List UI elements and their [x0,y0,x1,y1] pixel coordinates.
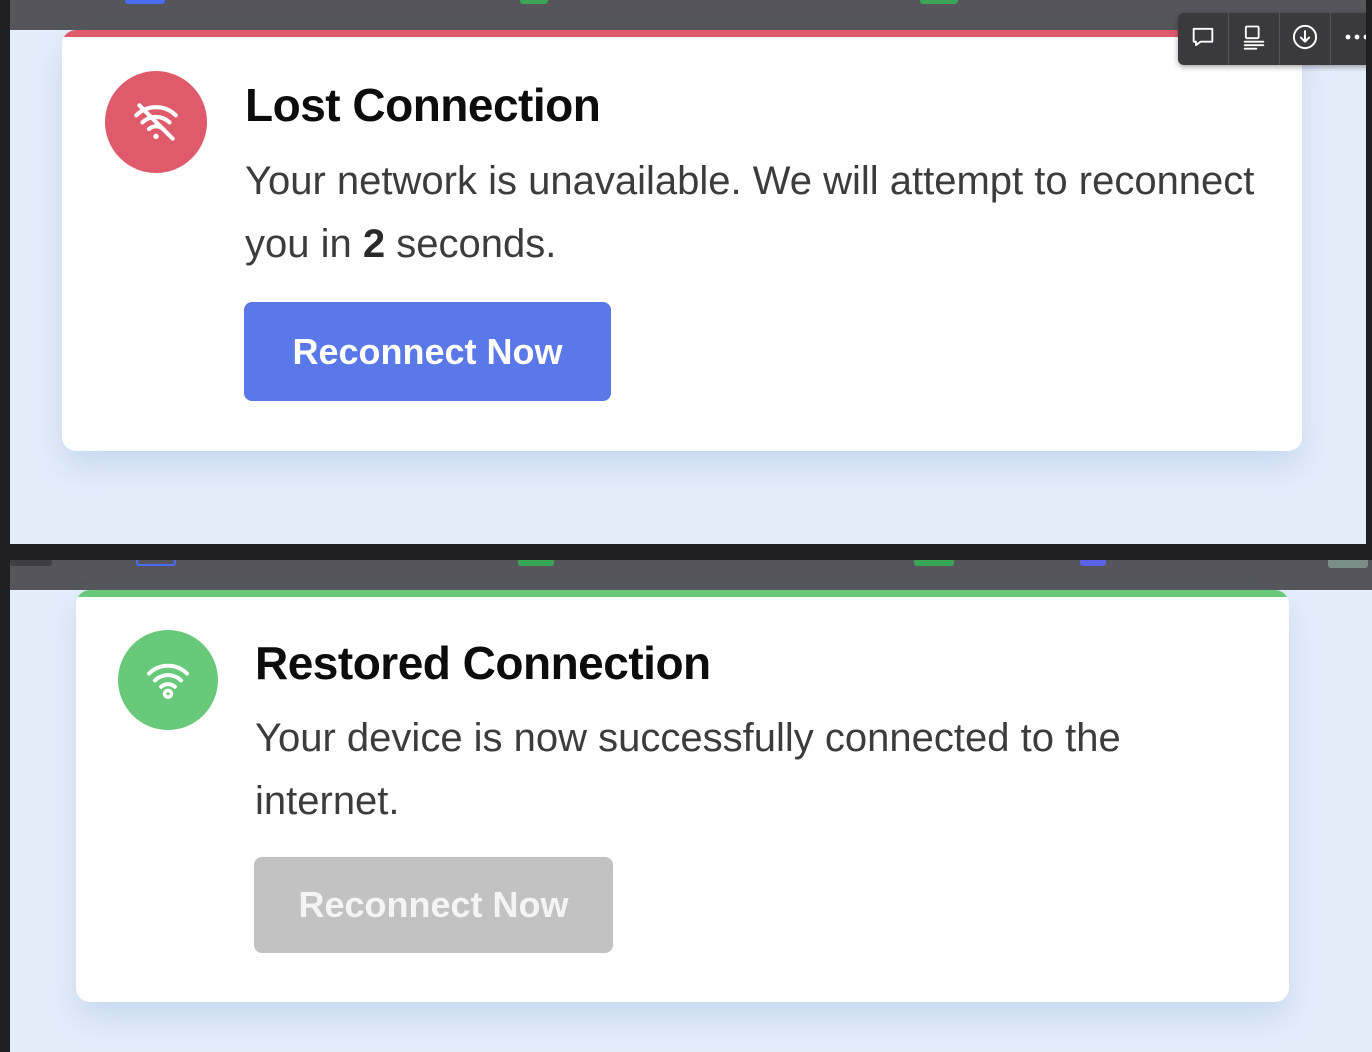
comment-icon [1189,23,1217,56]
lost-connection-panel: Lost Connection Your network is unavaila… [10,0,1366,544]
layout-icon [1240,23,1268,56]
lost-connection-card: Lost Connection Your network is unavaila… [62,30,1302,451]
floating-toolbar [1178,13,1366,65]
card-title: Lost Connection [245,79,601,131]
tab-indicator [1080,560,1106,566]
download-button[interactable] [1280,13,1332,65]
wifi-icon [118,630,218,730]
countdown-seconds: 2 [362,222,386,266]
wifi-off-icon [105,71,207,173]
download-icon [1291,23,1319,56]
restored-connection-panel: Restored Connection Your device is now s… [10,560,1372,1052]
reconnect-now-button[interactable]: Reconnect Now [244,302,611,401]
card-accent-bar [76,590,1289,597]
browser-tabstrip [10,0,1366,30]
tab-indicator [136,560,176,566]
card-accent-bar [62,30,1302,37]
more-icon [1342,23,1366,56]
card-message: Your network is unavailable. We will att… [245,150,1275,276]
comment-button[interactable] [1178,13,1230,65]
reconnect-now-button-disabled[interactable]: Reconnect Now [254,857,613,953]
tab-indicator [518,560,554,566]
tab-indicator [1328,560,1368,568]
layout-button[interactable] [1229,13,1281,65]
restored-connection-card: Restored Connection Your device is now s… [76,590,1289,1002]
tab-indicator [920,0,958,4]
more-button[interactable] [1331,13,1366,65]
message-text-end: seconds. [385,222,557,266]
tab-indicator [914,560,954,566]
browser-tabstrip [10,560,1372,590]
tab-indicator [10,560,52,566]
tab-indicator [125,0,165,4]
card-message: Your device is now successfully connecte… [255,716,1121,823]
card-title: Restored Connection [255,637,711,689]
tab-indicator [520,0,548,4]
